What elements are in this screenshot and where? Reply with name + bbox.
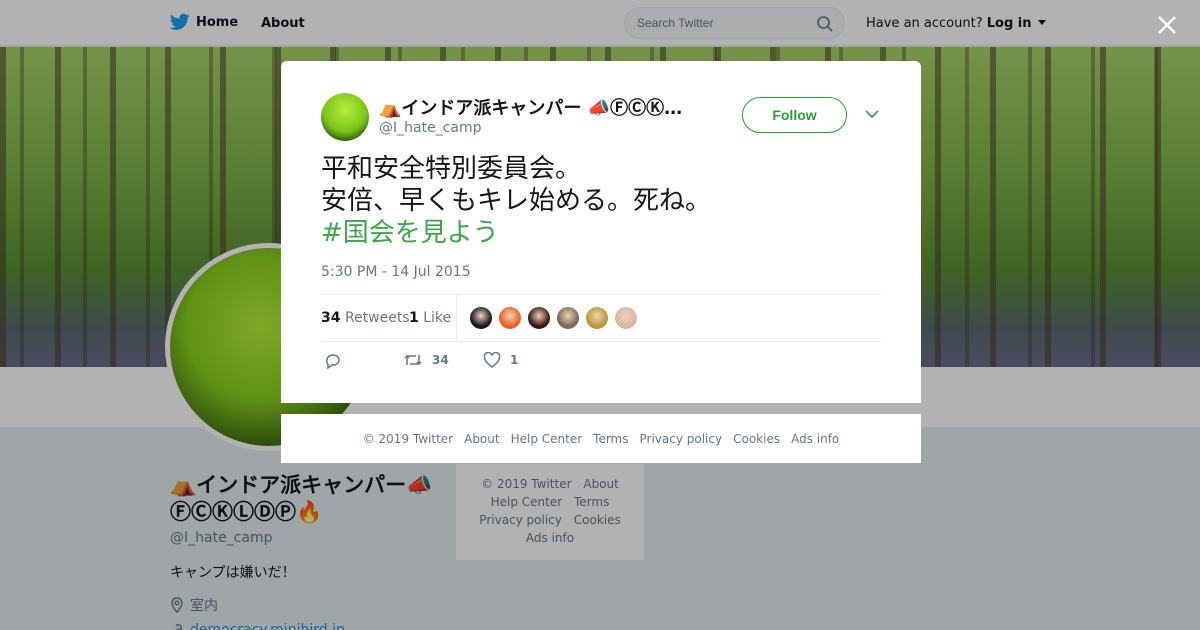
like-action[interactable]: 1 <box>483 352 518 368</box>
retweeter-avatar[interactable] <box>585 306 609 330</box>
retweeter-avatar[interactable] <box>498 306 522 330</box>
footer-privacy-link[interactable]: Privacy policy <box>640 432 723 446</box>
chevron-down-icon[interactable] <box>865 109 879 119</box>
footer-about-link[interactable]: About <box>464 432 499 446</box>
tweet-author-name[interactable]: ⛺インドア派キャンパー 📣ⒻⒸⓀ… <box>379 94 699 120</box>
retweet-action-count: 34 <box>432 353 449 367</box>
retweet-stat[interactable]: 34 Retweets <box>321 310 410 326</box>
retweet-icon <box>404 354 422 366</box>
footer-cookies-link[interactable]: Cookies <box>733 432 780 446</box>
retweeter-avatars <box>469 306 638 330</box>
retweeter-avatar[interactable] <box>556 306 580 330</box>
close-icon[interactable] <box>1155 13 1179 37</box>
retweeter-avatar[interactable] <box>614 306 638 330</box>
tweet-timestamp[interactable]: 5:30 PM - 14 Jul 2015 <box>321 264 471 280</box>
footer-help-link[interactable]: Help Center <box>511 432 583 446</box>
retweeter-avatar[interactable] <box>527 306 551 330</box>
tweet-actions: 34 1 <box>321 352 881 374</box>
retweet-stat-count: 34 <box>321 310 341 326</box>
footer-ads-link[interactable]: Ads info <box>791 432 839 446</box>
like-action-count: 1 <box>510 353 519 367</box>
retweet-stat-label: Retweets <box>344 310 410 326</box>
like-stat-count: 1 <box>409 310 419 326</box>
footer-terms-link[interactable]: Terms <box>593 432 628 446</box>
reply-action[interactable] <box>324 352 342 370</box>
tweet-author-avatar[interactable] <box>321 93 369 141</box>
footer-copyright: © 2019 Twitter <box>362 431 454 446</box>
modal-footer: © 2019 Twitter About Help Center Terms P… <box>281 414 921 463</box>
tweet-text: 平和安全特別委員会。 安倍、早くもキレ始める。死ね。 #国会を見よう <box>321 153 711 249</box>
heart-icon <box>483 352 501 368</box>
tweet-text-line: 安倍、早くもキレ始める。死ね。 <box>321 186 712 216</box>
tweet-hashtag-link[interactable]: #国会を見よう <box>321 217 711 249</box>
tweet-text-line: 平和安全特別委員会。 <box>321 154 582 184</box>
retweet-action[interactable]: 34 <box>403 352 449 368</box>
stats-divider <box>456 295 457 341</box>
follow-button[interactable]: Follow <box>742 97 847 133</box>
retweeter-avatar[interactable] <box>469 306 493 330</box>
tweet-author-handle[interactable]: @I_hate_camp <box>379 120 481 136</box>
like-stat[interactable]: 1 Like <box>409 310 451 326</box>
tweet-modal: ⛺インドア派キャンパー 📣ⒻⒸⓀ… @I_hate_camp Follow 平和… <box>281 61 921 403</box>
tweet-stats: 34 Retweets 1 Like <box>321 294 881 342</box>
reply-icon <box>326 354 340 370</box>
like-stat-label: Like <box>423 310 452 326</box>
